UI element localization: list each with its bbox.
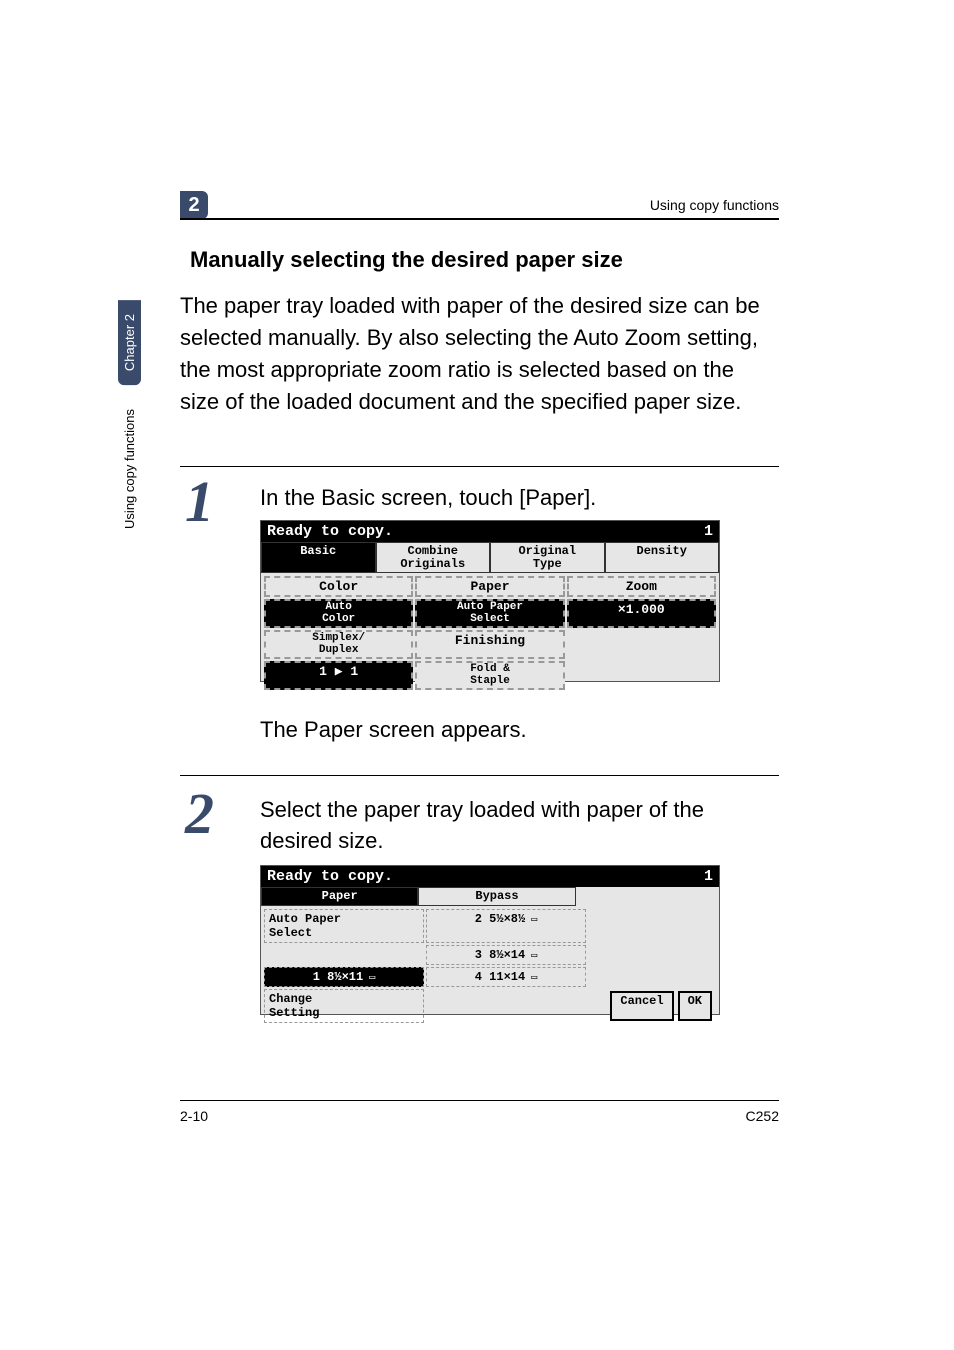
header-rule — [180, 218, 779, 220]
section-title: Manually selecting the desired paper siz… — [190, 247, 623, 273]
paper-column-header: Paper — [261, 887, 418, 906]
zoom-header: Zoom — [567, 576, 716, 597]
footer-rule — [180, 1100, 779, 1101]
tray-3-button[interactable]: 3 8½×14 — [426, 945, 586, 965]
duplex-button[interactable]: 1 ▶ 1 — [264, 661, 413, 690]
paper-header: Paper — [415, 576, 564, 597]
side-tab-section: Using copy functions — [118, 395, 141, 543]
side-tabs: Chapter 2 Using copy functions — [112, 300, 146, 543]
side-tab-chapter: Chapter 2 — [118, 300, 141, 385]
step-text-2: Select the paper tray loaded with paper … — [260, 795, 779, 857]
zoom-button[interactable]: ×1.000 — [567, 599, 716, 628]
fold-staple-button[interactable]: Fold & Staple — [415, 661, 564, 690]
lcd1-ready: Ready to copy. — [267, 523, 393, 540]
step-number-1: 1 — [185, 468, 214, 535]
tab-original-type[interactable]: Original Type — [490, 542, 605, 573]
lcd2-ready: Ready to copy. — [267, 868, 393, 885]
bypass-column-header: Bypass — [418, 887, 575, 906]
finishing-button[interactable]: Finishing — [415, 630, 564, 659]
tray-2-button[interactable]: 2 5½×8½ — [426, 909, 586, 943]
tab-basic[interactable]: Basic — [261, 542, 376, 573]
running-head: Using copy functions — [650, 197, 779, 213]
blank-cell — [567, 630, 716, 659]
basic-screen-screenshot: Ready to copy. 1 Basic Combine Originals… — [260, 520, 720, 682]
tab-density[interactable]: Density — [605, 542, 720, 573]
lcd2-count: 1 — [704, 868, 713, 885]
tray-4-button[interactable]: 4 11×14 — [426, 967, 586, 987]
paper-button[interactable]: Auto Paper Select — [415, 599, 564, 628]
auto-paper-select-button[interactable]: Auto Paper Select — [264, 909, 424, 943]
chapter-badge: 2 — [180, 191, 208, 219]
lcd1-count: 1 — [704, 523, 713, 540]
color-button[interactable]: Auto Color — [264, 599, 413, 628]
color-header: Color — [264, 576, 413, 597]
paper-screen-screenshot: Ready to copy. 1 Paper Bypass Auto Paper… — [260, 865, 720, 1015]
step-divider-1 — [180, 466, 779, 467]
tab-combine-originals[interactable]: Combine Originals — [376, 542, 491, 573]
intro-paragraph: The paper tray loaded with paper of the … — [180, 290, 779, 418]
step-text-1: In the Basic screen, touch [Paper]. — [260, 483, 779, 514]
change-setting-button[interactable]: Change Setting — [264, 989, 424, 1023]
step1-result: The Paper screen appears. — [260, 715, 779, 746]
blank-cell — [567, 661, 716, 690]
step-divider-2 — [180, 775, 779, 776]
ok-button[interactable]: OK — [678, 991, 712, 1021]
model-number: C252 — [746, 1108, 779, 1124]
cancel-button[interactable]: Cancel — [610, 991, 673, 1021]
page-number: 2-10 — [180, 1108, 208, 1124]
step-number-2: 2 — [185, 780, 214, 847]
tray-1-button[interactable]: 1 8½×11 — [264, 967, 424, 987]
duplex-header: Simplex/ Duplex — [264, 630, 413, 659]
